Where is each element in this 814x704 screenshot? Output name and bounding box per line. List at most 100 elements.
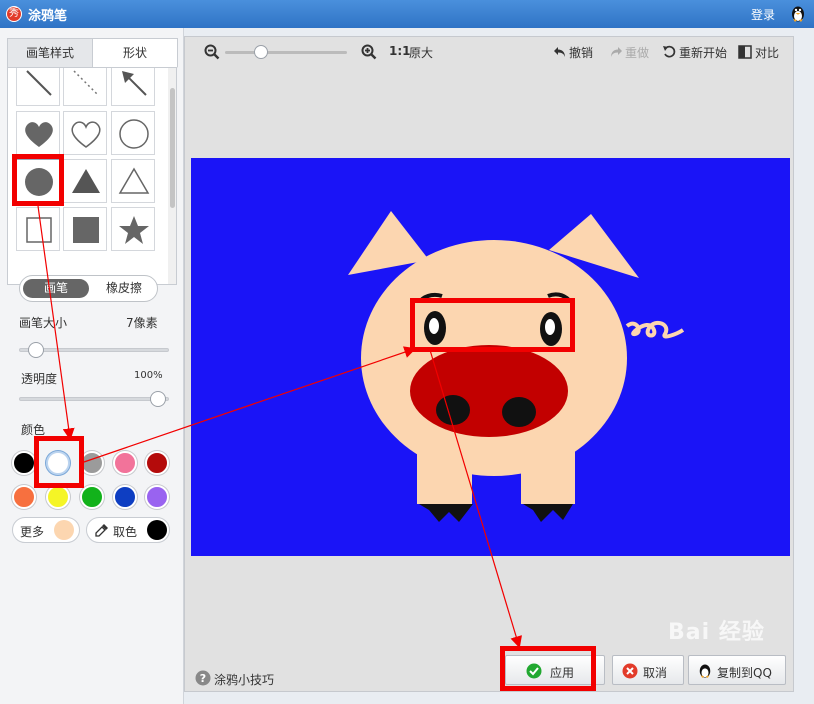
tab-shape[interactable]: 形状 — [92, 38, 178, 68]
compare-button[interactable]: 对比 — [755, 44, 779, 61]
color-label: 颜色 — [21, 423, 46, 437]
compare-icon — [738, 45, 752, 59]
square-outline-icon — [26, 217, 52, 243]
zoom-out-icon[interactable] — [204, 44, 220, 60]
opacity-label: 透明度 — [21, 372, 58, 386]
scrollbar-thumb[interactable] — [170, 88, 175, 208]
heart-filled-shape-button[interactable] — [16, 111, 60, 155]
circle-filled-shape-button[interactable] — [16, 159, 60, 203]
color-swatch-dark-red[interactable] — [145, 451, 169, 475]
brush-size-value: 7像素 — [126, 316, 158, 330]
circle-outline-shape-button[interactable] — [111, 111, 155, 155]
pig-left-hoof — [419, 504, 473, 522]
drawing-canvas[interactable] — [191, 158, 790, 556]
undo-button[interactable]: 撤销 — [569, 44, 593, 61]
pig-illustration — [348, 211, 685, 522]
color-swatch-black[interactable] — [12, 451, 36, 475]
restart-icon — [663, 45, 676, 58]
circle-outline-icon — [119, 119, 149, 149]
heart-outline-shape-button[interactable] — [63, 111, 107, 155]
qq-penguin-icon[interactable] — [790, 5, 806, 23]
baidu-watermark: Bai 经验 — [668, 620, 765, 645]
zoom-ratio-button[interactable]: 1:1 — [389, 44, 411, 58]
brush-mode-button[interactable]: 画笔 — [23, 279, 89, 298]
triangle-outline-shape-button[interactable] — [111, 159, 155, 203]
triangle-filled-icon — [72, 169, 100, 193]
original-size-button[interactable]: 原大 — [409, 44, 433, 61]
color-picker-label: 取色 — [113, 525, 138, 539]
pig-right-hoof — [523, 504, 573, 522]
title-bar: 秀 涂鸦笔 登录 — [0, 0, 814, 28]
color-swatch-yellow[interactable] — [46, 485, 70, 509]
line-shape-button[interactable] — [16, 68, 60, 106]
tab-brush-style[interactable]: 画笔样式 — [7, 38, 93, 68]
redo-button[interactable]: 重做 — [625, 44, 649, 61]
square-filled-shape-button[interactable] — [63, 207, 107, 251]
color-swatch-gray[interactable] — [80, 451, 104, 475]
shape-grid-scrollbar[interactable] — [168, 68, 176, 284]
apply-label: 应用 — [550, 666, 575, 680]
more-colors-button[interactable]: 更多 — [12, 517, 80, 543]
triangle-outline-icon — [118, 167, 150, 194]
color-swatch-green[interactable] — [80, 485, 104, 509]
opacity-value: 100% — [134, 370, 163, 381]
dashed-line-icon — [73, 70, 99, 96]
pig-snout — [410, 345, 568, 437]
apply-button[interactable]: 应用 — [505, 655, 605, 685]
left-panel: 画笔样式 形状 画笔 橡皮擦 画笔大小 7像素 透明度 100% 颜色 更多 取… — [0, 28, 184, 704]
eraser-mode-button[interactable]: 橡皮擦 — [92, 279, 156, 298]
cancel-label: 取消 — [643, 666, 668, 680]
picked-color-preview — [147, 520, 167, 540]
current-color-preview — [54, 520, 74, 540]
login-link[interactable]: 登录 — [751, 6, 775, 23]
zoom-slider-track[interactable] — [225, 51, 347, 54]
color-swatch-blue[interactable] — [113, 485, 137, 509]
undo-icon — [554, 47, 565, 57]
eyedropper-icon — [95, 524, 108, 537]
star-filled-shape-button[interactable] — [111, 207, 155, 251]
arrow-icon — [122, 71, 147, 96]
shape-grid — [7, 67, 177, 285]
heart-filled-icon — [25, 122, 53, 147]
toolbar: 1:1 原大 撤销 重做 重新开始 对比 — [185, 37, 793, 67]
square-filled-icon — [73, 217, 99, 243]
pig-right-nostril — [502, 397, 536, 427]
arrow-shape-button[interactable] — [111, 68, 155, 106]
copy-to-qq-button[interactable]: 复制到QQ — [688, 655, 786, 685]
more-colors-label: 更多 — [20, 525, 45, 539]
color-swatch-orange[interactable] — [12, 485, 36, 509]
pig-left-nostril — [436, 395, 470, 425]
brush-eraser-toggle[interactable]: 画笔 橡皮擦 — [19, 275, 158, 302]
brush-size-slider-knob[interactable] — [28, 342, 44, 358]
dashed-line-shape-button[interactable] — [63, 68, 107, 106]
heart-outline-icon — [71, 121, 101, 148]
circle-filled-icon — [25, 168, 53, 196]
svg-text:?: ? — [200, 672, 206, 685]
window-title: 涂鸦笔 — [28, 9, 68, 24]
copy-to-qq-label: 复制到QQ — [717, 666, 772, 680]
zoom-slider-knob[interactable] — [254, 45, 268, 59]
star-filled-icon — [119, 216, 149, 244]
zoom-in-icon[interactable] — [361, 44, 377, 60]
cancel-button[interactable]: 取消 — [612, 655, 684, 685]
restart-button[interactable]: 重新开始 — [679, 44, 727, 61]
color-picker-button[interactable]: 取色 — [86, 517, 170, 543]
main-area: 1:1 原大 撤销 重做 重新开始 对比 ? 涂鸦小技巧 应用 取消 复制到QQ — [184, 36, 794, 692]
cancel-icon — [622, 663, 638, 679]
check-icon — [526, 663, 542, 679]
color-swatch-pink[interactable] — [113, 451, 137, 475]
color-swatch-white[interactable] — [46, 451, 70, 475]
triangle-filled-shape-button[interactable] — [63, 159, 107, 203]
color-swatch-purple[interactable] — [145, 485, 169, 509]
opacity-slider-track[interactable] — [19, 397, 169, 401]
qq-icon — [699, 664, 711, 678]
redo-icon — [611, 47, 622, 57]
opacity-slider-knob[interactable] — [150, 391, 166, 407]
app-logo-icon: 秀 — [6, 6, 22, 22]
pig-tail — [625, 320, 685, 339]
square-outline-shape-button[interactable] — [16, 207, 60, 251]
help-icon[interactable]: ? — [195, 670, 211, 686]
brush-size-label: 画笔大小 — [19, 316, 68, 330]
line-icon — [26, 70, 52, 96]
tips-link[interactable]: 涂鸦小技巧 — [214, 671, 274, 688]
